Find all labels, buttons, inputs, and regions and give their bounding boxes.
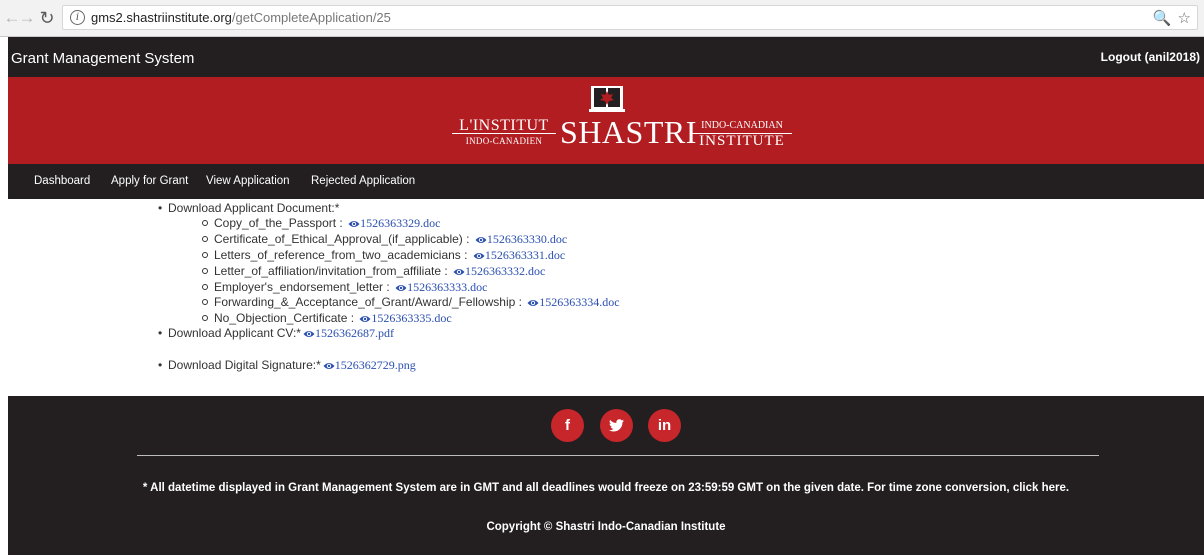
twitter-bird-icon bbox=[609, 419, 624, 432]
zoom-icon[interactable]: 🔍 bbox=[1153, 10, 1172, 27]
list-item: Letters_of_reference_from_two_academicia… bbox=[201, 248, 565, 263]
banner: L'INSTITUT INDO-CANADIEN SHASTRI INDO-CA… bbox=[8, 77, 1204, 164]
info-icon[interactable]: i bbox=[70, 10, 85, 25]
document-label: No_Objection_Certificate : bbox=[214, 311, 355, 325]
logout-link[interactable]: Logout (anil2018) bbox=[1101, 50, 1200, 64]
logo-shastri-text: SHASTRI bbox=[560, 114, 697, 150]
bookmark-star-icon[interactable]: ☆ bbox=[1178, 10, 1191, 27]
nav-rejected-application[interactable]: Rejected Application bbox=[311, 175, 415, 187]
logo-left-line1: L'INSTITUT bbox=[452, 118, 556, 134]
application-documents: Download Applicant Document:* Copy_of_th… bbox=[8, 199, 1204, 396]
twitter-icon[interactable] bbox=[600, 409, 633, 442]
document-label: Letters_of_reference_from_two_academicia… bbox=[214, 248, 468, 262]
omnibox-actions: 🔍 ☆ bbox=[1147, 9, 1191, 27]
document-label: Letter_of_affiliation/invitation_from_af… bbox=[214, 264, 448, 278]
browser-toolbar: ← → ↻ i gms2.shastriinstitute.org/getCom… bbox=[0, 0, 1204, 37]
eye-icon[interactable] bbox=[303, 329, 315, 339]
list-item: No_Objection_Certificate : 1526363335.do… bbox=[202, 311, 452, 326]
footer: f in * All datetime displayed in Grant M… bbox=[8, 396, 1204, 555]
address-bar[interactable]: i gms2.shastriinstitute.org/getCompleteA… bbox=[62, 5, 1198, 30]
eye-icon[interactable] bbox=[323, 361, 335, 371]
eye-icon[interactable] bbox=[395, 283, 407, 293]
eye-icon[interactable] bbox=[473, 251, 485, 261]
digital-signature-item: Download Digital Signature:* 1526362729.p… bbox=[158, 358, 416, 373]
document-label: Forwarding_&_Acceptance_of_Grant/Award/_… bbox=[214, 295, 522, 309]
document-file-link[interactable]: 1526363332.doc bbox=[465, 264, 545, 278]
eye-icon[interactable] bbox=[475, 235, 487, 245]
list-item: Copy_of_the_Passport : 1526363329.doc bbox=[201, 216, 440, 231]
document-file-link[interactable]: 1526363335.doc bbox=[371, 311, 451, 325]
logo-right-line1: INDO-CANADIAN bbox=[692, 120, 792, 134]
forward-arrow-icon[interactable]: → bbox=[17, 7, 37, 29]
list-item: Employer's_endorsement_letter : 15263633… bbox=[201, 280, 487, 295]
logo-left-line2: INDO-CANADIEN bbox=[465, 136, 543, 146]
cv-file-link[interactable]: 1526362687.pdf bbox=[315, 326, 394, 340]
document-file-link[interactable]: 1526363333.doc bbox=[407, 280, 487, 294]
url-text[interactable]: gms2.shastriinstitute.org/getCompleteApp… bbox=[91, 10, 391, 25]
document-label: Certificate_of_Ethical_Approval_(if_appl… bbox=[214, 232, 470, 246]
applicant-cv-item: Download Applicant CV:* 1526362687.pdf bbox=[158, 326, 394, 341]
list-item: Letter_of_affiliation/invitation_from_af… bbox=[201, 264, 545, 279]
institute-book-logo-icon bbox=[589, 86, 625, 112]
eye-icon[interactable] bbox=[453, 267, 465, 277]
nav-dashboard[interactable]: Dashboard bbox=[34, 175, 90, 187]
document-file-link[interactable]: 1526363331.doc bbox=[485, 248, 565, 262]
institute-wordmark: L'INSTITUT INDO-CANADIEN SHASTRI INDO-CA… bbox=[452, 114, 792, 153]
site-title[interactable]: Grant Management System bbox=[11, 50, 194, 67]
url-host: gms2.shastriinstitute.org bbox=[91, 10, 232, 25]
document-label: Copy_of_the_Passport : bbox=[214, 216, 343, 230]
document-file-link[interactable]: 1526363329.doc bbox=[360, 216, 440, 230]
applicant-document-heading: Download Applicant Document:* bbox=[158, 201, 339, 215]
linkedin-icon[interactable]: in bbox=[648, 409, 681, 442]
reload-icon[interactable]: ↻ bbox=[37, 7, 57, 29]
facebook-icon[interactable]: f bbox=[551, 409, 584, 442]
list-item: Certificate_of_Ethical_Approval_(if_appl… bbox=[201, 232, 567, 247]
logo-right-line2: INSTITUTE bbox=[699, 133, 785, 149]
signature-label: Download Digital Signature:* bbox=[168, 358, 321, 372]
main-nav: Dashboard Apply for Grant View Applicati… bbox=[8, 164, 1204, 199]
eye-icon[interactable] bbox=[348, 219, 360, 229]
footer-divider bbox=[137, 455, 1099, 456]
document-label: Employer's_endorsement_letter : bbox=[214, 280, 390, 294]
list-item: Forwarding_&_Acceptance_of_Grant/Award/_… bbox=[202, 295, 620, 310]
document-file-link[interactable]: 1526363334.doc bbox=[539, 295, 619, 309]
timezone-note[interactable]: * All datetime displayed in Grant Manage… bbox=[8, 482, 1204, 494]
eye-icon[interactable] bbox=[359, 314, 371, 324]
logo-english-text: INDO-CANADIAN INSTITUTE bbox=[692, 120, 792, 149]
signature-file-link[interactable]: 1526362729.png bbox=[335, 358, 416, 372]
document-file-link[interactable]: 1526363330.doc bbox=[487, 232, 567, 246]
nav-view-application[interactable]: View Application bbox=[206, 175, 290, 187]
url-path: /getCompleteApplication/25 bbox=[231, 10, 391, 25]
cv-label: Download Applicant CV:* bbox=[168, 326, 301, 340]
eye-icon[interactable] bbox=[527, 298, 539, 308]
logo-french-text: L'INSTITUT INDO-CANADIEN bbox=[452, 118, 556, 147]
site-topbar: Grant Management System Logout (anil2018… bbox=[8, 37, 1204, 77]
nav-apply-for-grant[interactable]: Apply for Grant bbox=[111, 175, 188, 187]
copyright-text: Copyright © Shastri Indo-Canadian Instit… bbox=[486, 521, 726, 533]
